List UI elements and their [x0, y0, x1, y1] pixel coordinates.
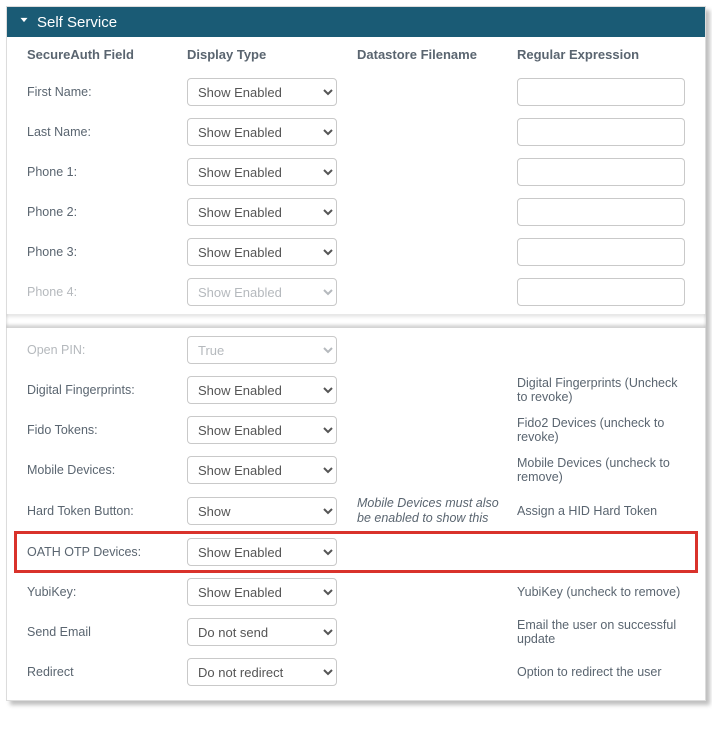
display-type-select[interactable]: Do not redirect — [187, 658, 337, 686]
regex-text: Assign a HID Hard Token — [517, 504, 685, 518]
field-label: Phone 1: — [27, 165, 177, 179]
row-phone-1: Phone 1: Show Enabled — [7, 152, 705, 192]
display-type-select[interactable]: Show Enabled — [187, 376, 337, 404]
regex-text: Option to redirect the user — [517, 665, 685, 679]
regex-input[interactable] — [517, 118, 685, 146]
row-phone-4: Phone 4: Show Enabled — [7, 272, 705, 312]
field-label: Phone 3: — [27, 245, 177, 259]
regex-input[interactable] — [517, 198, 685, 226]
regex-input[interactable] — [517, 78, 685, 106]
field-label: Hard Token Button: — [27, 504, 177, 518]
panel-header[interactable]: Self Service — [7, 7, 705, 37]
regex-input[interactable] — [517, 238, 685, 266]
regex-text: Email the user on successful update — [517, 618, 685, 646]
regex-input[interactable] — [517, 278, 685, 306]
col-display: Display Type — [187, 47, 347, 68]
field-label: Phone 4: — [27, 285, 177, 299]
row-mobile-devices: Mobile Devices: Show Enabled Mobile Devi… — [7, 450, 705, 490]
field-label: Last Name: — [27, 125, 177, 139]
field-label: Send Email — [27, 625, 177, 639]
field-label: Digital Fingerprints: — [27, 383, 177, 397]
display-type-select[interactable]: Show Enabled — [187, 158, 337, 186]
display-type-select[interactable]: Show Enabled — [187, 456, 337, 484]
col-datastore: Datastore Filename — [357, 47, 507, 68]
display-type-select[interactable]: Show Enabled — [187, 278, 337, 306]
self-service-panel: Self Service SecureAuth Field Display Ty… — [6, 6, 706, 701]
row-phone-2: Phone 2: Show Enabled — [7, 192, 705, 232]
panel-title: Self Service — [37, 14, 117, 31]
display-type-select[interactable]: Show Enabled — [187, 538, 337, 566]
regex-input[interactable] — [517, 158, 685, 186]
section-split — [6, 314, 706, 328]
row-phone-3: Phone 3: Show Enabled — [7, 232, 705, 272]
field-label: Fido Tokens: — [27, 423, 177, 437]
row-send-email: Send Email Do not send Email the user on… — [7, 612, 705, 652]
display-type-select[interactable]: Show Enabled — [187, 198, 337, 226]
display-type-select[interactable]: Show Enabled — [187, 238, 337, 266]
regex-text: Mobile Devices (uncheck to remove) — [517, 456, 685, 484]
row-last-name: Last Name: Show Enabled — [7, 112, 705, 152]
display-type-select[interactable]: Show Enabled — [187, 578, 337, 606]
field-label: Mobile Devices: — [27, 463, 177, 477]
display-type-select[interactable]: Show Enabled — [187, 416, 337, 444]
display-type-select[interactable]: Show — [187, 497, 337, 525]
regex-text: Fido2 Devices (uncheck to revoke) — [517, 416, 685, 444]
col-regex: Regular Expression — [517, 47, 685, 68]
row-fido-tokens: Fido Tokens: Show Enabled Fido2 Devices … — [7, 410, 705, 450]
field-label: Open PIN: — [27, 343, 177, 357]
field-label: OATH OTP Devices: — [27, 545, 177, 559]
row-digital-fingerprints: Digital Fingerprints: Show Enabled Digit… — [7, 370, 705, 410]
regex-text: Digital Fingerprints (Uncheck to revoke) — [517, 376, 685, 404]
field-label: First Name: — [27, 85, 177, 99]
display-type-select[interactable]: Show Enabled — [187, 118, 337, 146]
row-open-pin: Open PIN: True — [7, 330, 705, 370]
datastore-note: Mobile Devices must also be enabled to s… — [357, 496, 507, 526]
field-label: YubiKey: — [27, 585, 177, 599]
row-oath-otp-devices: OATH OTP Devices: Show Enabled — [15, 532, 697, 572]
field-label: Redirect — [27, 665, 177, 679]
row-first-name: First Name: Show Enabled — [7, 72, 705, 112]
field-label: Phone 2: — [27, 205, 177, 219]
row-yubikey: YubiKey: Show Enabled YubiKey (uncheck t… — [7, 572, 705, 612]
display-type-select[interactable]: Do not send — [187, 618, 337, 646]
row-hard-token-button: Hard Token Button: Show Mobile Devices m… — [7, 490, 705, 532]
regex-text: YubiKey (uncheck to remove) — [517, 585, 685, 599]
column-headers: SecureAuth Field Display Type Datastore … — [7, 37, 705, 72]
col-field: SecureAuth Field — [27, 47, 177, 68]
display-type-select[interactable]: True — [187, 336, 337, 364]
row-redirect: Redirect Do not redirect Option to redir… — [7, 652, 705, 692]
chevron-down-icon — [17, 13, 31, 31]
display-type-select[interactable]: Show Enabled — [187, 78, 337, 106]
